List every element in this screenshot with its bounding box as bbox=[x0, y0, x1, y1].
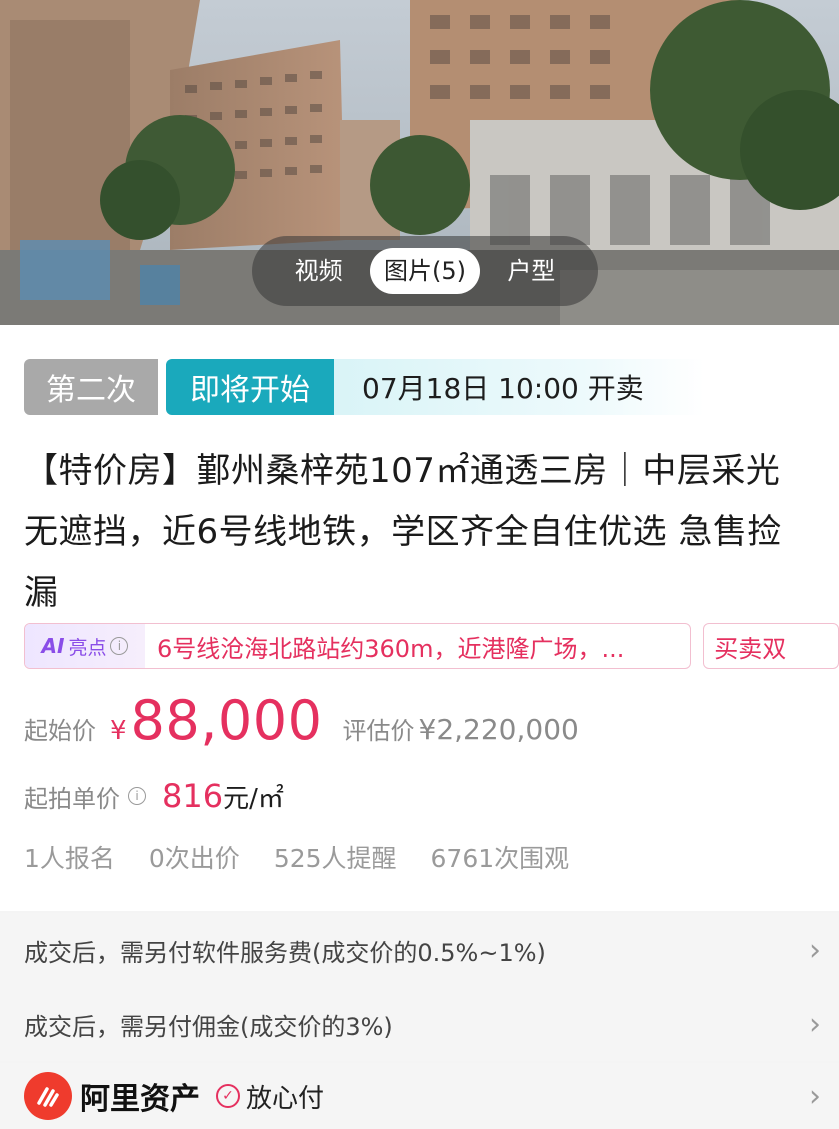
unit-price-value: 816 bbox=[162, 777, 224, 815]
currency-symbol: ¥ bbox=[110, 716, 127, 746]
price-row: 起始价 ¥ 88,000 评估价 ¥2,220,000 bbox=[24, 689, 579, 759]
unit-price-suffix: 元/㎡ bbox=[223, 783, 284, 814]
tab-photos[interactable]: 图片(5) bbox=[369, 248, 480, 294]
chevron-right-icon: › bbox=[809, 1006, 821, 1042]
auction-start-time: 07月18日 10:00 开卖 bbox=[334, 359, 704, 415]
tab-video[interactable]: 视频 bbox=[281, 248, 357, 294]
fee-info-section: 成交后，需另付软件服务费(成交价的0.5%~1%) › 成交后，需另付佣金(成交… bbox=[0, 913, 839, 1061]
info-icon[interactable]: i bbox=[110, 637, 129, 655]
brand-name: 阿里资产 bbox=[80, 1082, 200, 1117]
stat-registrations: 1人报名 bbox=[24, 844, 115, 873]
auction-stats: 1人报名 0次出价 525人提醒 6761次围观 bbox=[24, 835, 569, 879]
stat-bids: 0次出价 bbox=[148, 844, 240, 873]
ai-highlight-text: 6号线沧海北路站约360m，近港隆广场，... bbox=[157, 634, 625, 663]
stat-views: 6761次围观 bbox=[430, 844, 570, 873]
auction-status-bar: 第二次 即将开始 07月18日 10:00 开卖 bbox=[24, 359, 704, 415]
auction-info-card: 第二次 即将开始 07月18日 10:00 开卖 【特价房】鄞州桑梓苑107㎡通… bbox=[0, 325, 839, 911]
check-circle-icon: ✓ bbox=[216, 1084, 240, 1108]
fee-row-service[interactable]: 成交后，需另付软件服务费(成交价的0.5%~1%) › bbox=[0, 913, 839, 987]
start-price-label: 起始价 bbox=[24, 717, 96, 745]
ai-badge-text: AI bbox=[41, 634, 65, 658]
fee-row-commission[interactable]: 成交后，需另付佣金(成交价的3%) › bbox=[0, 987, 839, 1061]
ai-highlight-badge: AI 亮点 i bbox=[25, 624, 145, 668]
ali-asset-logo-icon bbox=[24, 1072, 72, 1120]
ai-badge-label: 亮点 bbox=[68, 636, 107, 659]
ai-highlight-second[interactable]: 买卖双 bbox=[703, 623, 839, 669]
media-tab-bar: 视频 图片(5) 户型 bbox=[252, 236, 598, 306]
tab-floorplan[interactable]: 户型 bbox=[493, 248, 569, 294]
fee-text: 成交后，需另付佣金(成交价的3%) bbox=[24, 1012, 393, 1041]
eval-price-value: ¥2,220,000 bbox=[418, 713, 579, 746]
ai-highlights-row: AI 亮点 i 6号线沧海北路站约360m，近港隆广场，... 买卖双 bbox=[24, 623, 839, 669]
safe-pay-label: 放心付 bbox=[246, 1083, 325, 1114]
fee-text: 成交后，需另付软件服务费(成交价的0.5%~1%) bbox=[24, 938, 546, 967]
safe-pay-row[interactable]: 阿里资产 ✓ 放心付 › bbox=[0, 1063, 839, 1129]
listing-title: 【特价房】鄞州桑梓苑107㎡通透三房｜中层采光无遮挡，近6号线地铁，学区齐全自住… bbox=[24, 451, 782, 613]
unit-price-label: 起拍单价 bbox=[24, 784, 120, 813]
auction-round-tag: 第二次 bbox=[24, 359, 158, 415]
info-icon[interactable]: i bbox=[128, 787, 146, 805]
auction-state-tag: 即将开始 bbox=[166, 359, 334, 415]
unit-price-row: 起拍单价 i 816 元/㎡ bbox=[24, 771, 284, 821]
ai-highlight-box[interactable]: AI 亮点 i 6号线沧海北路站约360m，近港隆广场，... bbox=[24, 623, 692, 669]
start-price-value: 88,000 bbox=[130, 689, 323, 752]
listing-photo[interactable]: 视频 图片(5) 户型 bbox=[0, 0, 839, 325]
chevron-right-icon: › bbox=[809, 932, 821, 968]
eval-price-label: 评估价 bbox=[342, 717, 415, 745]
stat-reminders: 525人提醒 bbox=[273, 844, 397, 873]
chevron-right-icon: › bbox=[809, 1078, 821, 1114]
